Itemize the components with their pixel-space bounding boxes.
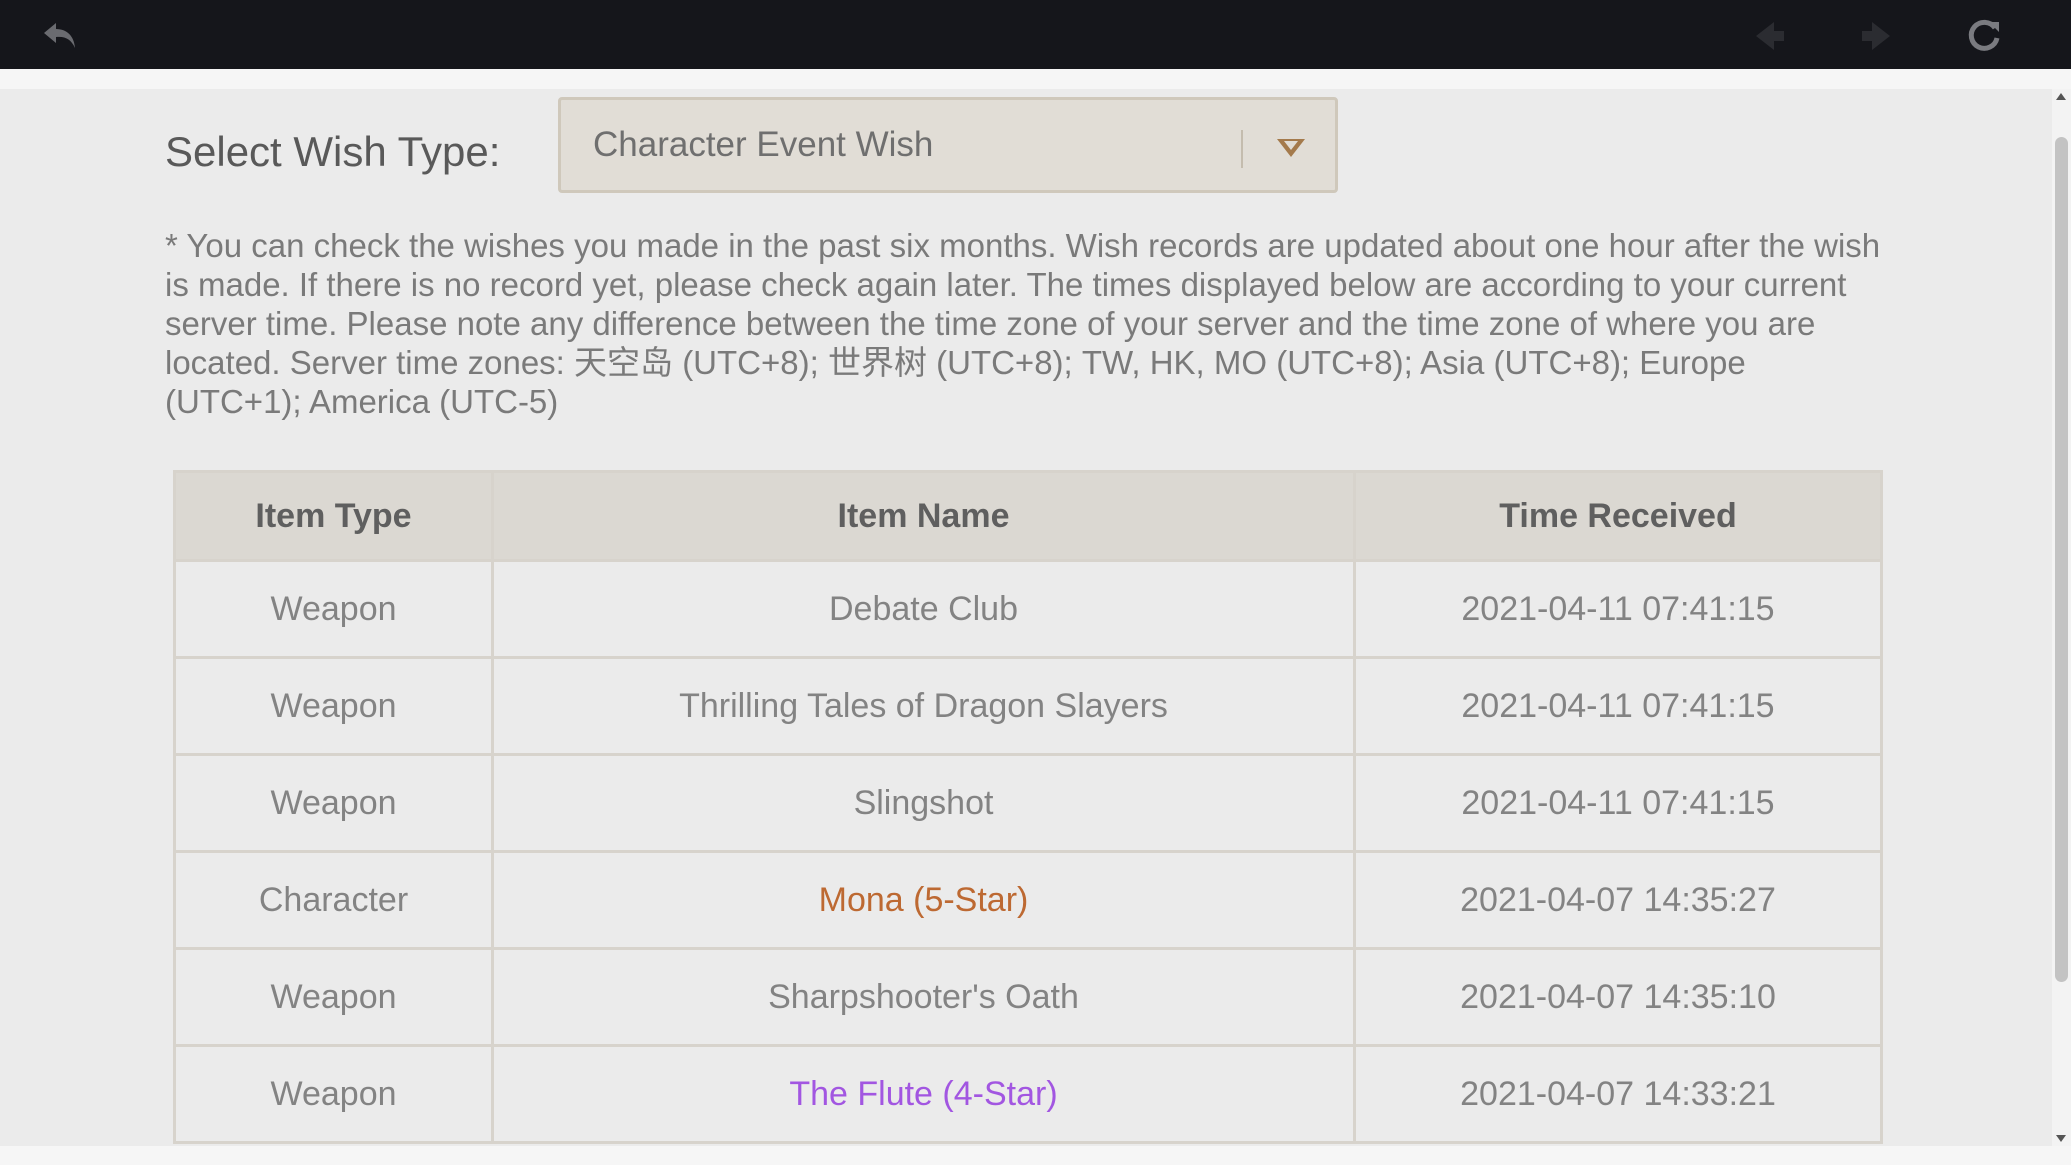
item-name-cell: Sharpshooter's Oath: [491, 947, 1356, 1047]
item-type-cell: Weapon: [173, 753, 494, 853]
item-type-cell: Character: [173, 850, 494, 950]
vertical-scrollbar[interactable]: [2052, 89, 2071, 1146]
item-name-cell: Thrilling Tales of Dragon Slayers: [491, 656, 1356, 756]
table-row: Weapon Slingshot 2021-04-11 07:41:15: [173, 753, 1883, 853]
scroll-thumb[interactable]: [2055, 137, 2068, 982]
wish-type-select[interactable]: Character Event Wish: [558, 97, 1338, 193]
item-name-cell: The Flute (4-Star): [491, 1044, 1356, 1144]
column-header-item-type: Item Type: [173, 470, 494, 562]
item-name-cell: Slingshot: [491, 753, 1356, 853]
item-name-cell: Mona (5-Star): [491, 850, 1356, 950]
toolbar-spacer: [0, 69, 2071, 89]
back-arrow-icon[interactable]: [38, 14, 82, 58]
time-received-cell: 2021-04-11 07:41:15: [1353, 753, 1883, 853]
wish-type-value: Character Event Wish: [593, 125, 934, 164]
previous-page-icon[interactable]: [1748, 14, 1792, 58]
table-row: Weapon Thrilling Tales of Dragon Slayers 2…: [173, 656, 1883, 756]
table-row: Weapon Debate Club 2021-04-11 07:41:15: [173, 559, 1883, 659]
chevron-down-icon[interactable]: [1271, 127, 1311, 167]
time-received-cell: 2021-04-07 14:35:27: [1353, 850, 1883, 950]
wish-type-label: Select Wish Type:: [165, 128, 501, 175]
column-header-time-received: Time Received: [1353, 470, 1883, 562]
wish-records-notice: * You can check the wishes you made in t…: [165, 227, 1881, 420]
scroll-down-arrow-icon[interactable]: [2056, 1135, 2066, 1142]
next-page-icon[interactable]: [1854, 14, 1898, 58]
item-type-cell: Weapon: [173, 947, 494, 1047]
table-header-row: Item Type Item Name Time Received: [173, 470, 1883, 562]
item-type-cell: Weapon: [173, 559, 494, 659]
time-received-cell: 2021-04-07 14:33:21: [1353, 1044, 1883, 1144]
item-type-cell: Weapon: [173, 1044, 494, 1144]
wish-records-table: Item Type Item Name Time Received Weapon…: [173, 470, 1883, 1144]
time-received-cell: 2021-04-07 14:35:10: [1353, 947, 1883, 1047]
table-row: Weapon The Flute (4-Star) 2021-04-07 14:33…: [173, 1044, 1883, 1144]
table-row: Weapon Sharpshooter's Oath 2021-04-07 14:3…: [173, 947, 1883, 1047]
time-received-cell: 2021-04-11 07:41:15: [1353, 656, 1883, 756]
browser-toolbar: [0, 0, 2071, 69]
bottom-spacer: [0, 1146, 2071, 1165]
table-row: Character Mona (5-Star) 2021-04-07 14:35:2…: [173, 850, 1883, 950]
reload-icon[interactable]: [1962, 14, 2006, 58]
time-received-cell: 2021-04-11 07:41:15: [1353, 559, 1883, 659]
select-divider: [1241, 130, 1243, 168]
wish-history-page: Select Wish Type: Character Event Wish *…: [0, 89, 2052, 1146]
item-type-cell: Weapon: [173, 656, 494, 756]
scroll-up-arrow-icon[interactable]: [2056, 93, 2066, 100]
item-name-cell: Debate Club: [491, 559, 1356, 659]
column-header-item-name: Item Name: [491, 470, 1356, 562]
